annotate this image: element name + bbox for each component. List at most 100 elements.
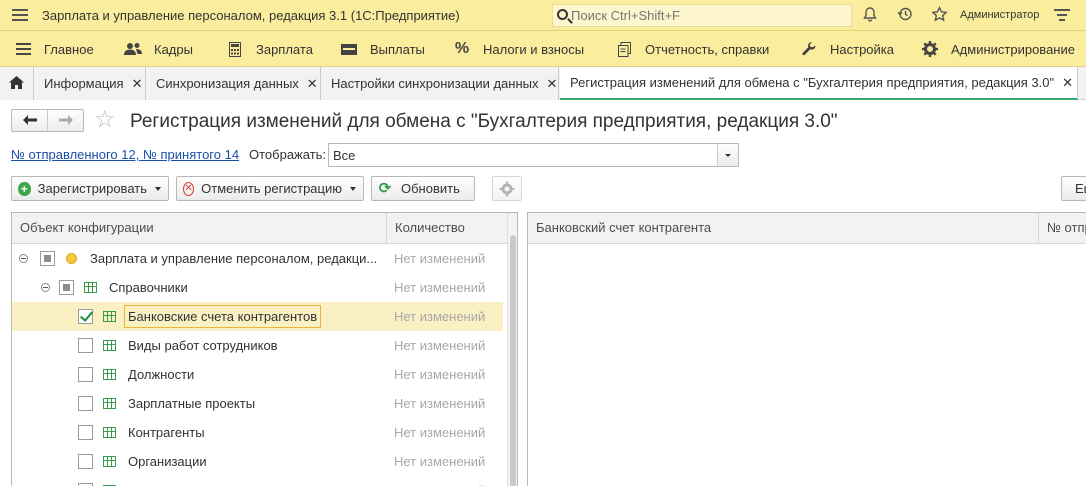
- section-payments[interactable]: Выплаты: [340, 31, 425, 67]
- bell-icon[interactable]: [860, 6, 880, 26]
- table-row[interactable]: Справочники Нет изменений: [12, 273, 503, 302]
- search-input[interactable]: [571, 7, 841, 24]
- tab-data-sync-settings[interactable]: Настройки синхронизации данных ✕: [321, 67, 559, 100]
- column-header-count[interactable]: Количество: [386, 213, 503, 243]
- catalog-icon: [84, 282, 97, 293]
- show-filter-select[interactable]: Все: [328, 143, 739, 167]
- tab-label: Настройки синхронизации данных: [331, 76, 539, 91]
- back-button[interactable]: [12, 110, 48, 131]
- message-numbers-link[interactable]: № отправленного 12, № принятого 14: [11, 147, 239, 162]
- refresh-icon: ⟳: [378, 179, 392, 197]
- section-label: Налоги и взносы: [483, 41, 585, 57]
- more-button[interactable]: Ещё: [1061, 176, 1086, 201]
- tab-information[interactable]: Информация ✕: [34, 67, 146, 100]
- search-box[interactable]: [552, 4, 852, 27]
- button-label: Ещё: [1075, 181, 1086, 196]
- tab-label: Регистрация изменений для обмена с "Бухг…: [570, 75, 1055, 90]
- row-checkbox[interactable]: [78, 367, 93, 382]
- tab-change-registration[interactable]: Регистрация изменений для обмена с "Бухг…: [560, 67, 1078, 100]
- row-object-name: Банковские счета контрагентов: [124, 305, 322, 328]
- row-checkbox[interactable]: [59, 280, 74, 295]
- settings-button[interactable]: [492, 176, 522, 201]
- table-row[interactable]: Банковские счета контрагентов Нет измене…: [12, 302, 503, 331]
- table-row[interactable]: Зарплатные проекты Нет изменений: [12, 389, 503, 418]
- row-checkbox[interactable]: [78, 309, 93, 324]
- forward-button[interactable]: [48, 110, 84, 131]
- table-row[interactable]: Нет изменений: [12, 476, 503, 486]
- row-count: Нет изменений: [394, 280, 486, 295]
- tab-data-sync[interactable]: Синхронизация данных ✕: [146, 67, 321, 100]
- history-icon[interactable]: [895, 6, 915, 26]
- add-to-favorites-star-icon[interactable]: ☆: [94, 106, 116, 134]
- row-checkbox[interactable]: [78, 454, 93, 469]
- cancel-registration-button[interactable]: ✕ Отменить регистрацию: [176, 176, 364, 201]
- table-row[interactable]: Контрагенты Нет изменений: [12, 418, 503, 447]
- row-count: Нет изменений: [394, 396, 486, 411]
- tab-label: Информация: [44, 76, 124, 91]
- section-reports[interactable]: Отчетность, справки: [615, 31, 769, 67]
- table-row[interactable]: Зарплата и управление персоналом, редакц…: [12, 244, 503, 273]
- configuration-objects-table: Объект конфигурации Количество Зарплата …: [11, 212, 518, 486]
- vertical-scrollbar[interactable]: [507, 213, 517, 486]
- row-checkbox[interactable]: [78, 396, 93, 411]
- scrollbar-thumb[interactable]: [510, 235, 516, 486]
- sections-panel: Главное Кадры Зарплата Выплаты % Налоги …: [0, 31, 1086, 67]
- catalog-icon: [103, 311, 116, 322]
- catalog-icon: [103, 456, 116, 467]
- people-icon: [124, 41, 142, 57]
- row-count: Нет изменений: [394, 425, 486, 440]
- section-label: Администрирование: [951, 41, 1075, 57]
- table-row[interactable]: Виды работ сотрудников Нет изменений: [12, 331, 503, 360]
- section-administration[interactable]: Администрирование: [921, 31, 1075, 67]
- dropdown-arrow-icon: [350, 186, 356, 191]
- row-object-name: Виды работ сотрудников: [128, 338, 278, 353]
- main-menu-icon[interactable]: [12, 9, 28, 21]
- dropdown-arrow-icon[interactable]: [717, 144, 738, 166]
- registered-changes-table: Банковский счет контрагента № отправленн…: [527, 212, 1086, 486]
- row-object-name: Зарплатные проекты: [128, 396, 256, 411]
- column-header-object[interactable]: Объект конфигурации: [12, 213, 386, 243]
- table-header: Объект конфигурации Количество: [12, 213, 517, 244]
- section-label: Главное: [44, 41, 94, 57]
- close-icon[interactable]: ✕: [547, 76, 558, 92]
- section-salary[interactable]: Зарплата: [226, 31, 313, 67]
- navigation-buttons: [11, 109, 84, 132]
- favorites-star-icon[interactable]: [929, 5, 949, 26]
- close-icon[interactable]: ✕: [1062, 75, 1073, 91]
- settings-menu-icon[interactable]: [1054, 9, 1070, 24]
- row-count: Нет изменений: [394, 476, 485, 486]
- row-object-name: Должности: [128, 367, 195, 382]
- row-checkbox[interactable]: [40, 251, 55, 266]
- row-checkbox[interactable]: [78, 338, 93, 353]
- column-header-bank-account[interactable]: Банковский счет контрагента: [528, 213, 1038, 243]
- close-icon[interactable]: ✕: [307, 76, 318, 92]
- show-filter-value: Все: [333, 148, 356, 163]
- section-label: Выплаты: [370, 41, 425, 57]
- table-row[interactable]: Организации Нет изменений: [12, 447, 503, 476]
- row-count: Нет изменений: [394, 454, 486, 469]
- home-icon: [9, 75, 24, 92]
- column-header-sent-number[interactable]: № отправленного: [1038, 213, 1086, 243]
- dropdown-arrow-icon: [155, 186, 161, 191]
- wrench-icon: [800, 41, 818, 57]
- row-count: Нет изменений: [394, 251, 486, 266]
- catalog-icon: [103, 398, 116, 409]
- user-name[interactable]: Администратор: [960, 9, 1039, 21]
- catalog-icon: [103, 340, 116, 351]
- refresh-button[interactable]: ⟳ Обновить: [371, 176, 475, 201]
- section-taxes[interactable]: % Налоги и взносы: [453, 31, 584, 67]
- register-button[interactable]: + Зарегистрировать: [11, 176, 169, 201]
- collapse-icon[interactable]: [41, 283, 50, 292]
- gear-icon: [499, 181, 515, 196]
- close-icon[interactable]: ✕: [132, 76, 143, 92]
- section-settings[interactable]: Настройка: [800, 31, 894, 67]
- plus-icon: +: [18, 181, 31, 196]
- section-hr[interactable]: Кадры: [124, 31, 193, 67]
- row-checkbox[interactable]: [78, 425, 93, 440]
- table-row[interactable]: Должности Нет изменений: [12, 360, 503, 389]
- section-main[interactable]: Главное: [14, 31, 94, 67]
- tab-home[interactable]: [0, 67, 34, 100]
- reports-icon: [615, 41, 633, 57]
- collapse-icon[interactable]: [19, 254, 28, 263]
- row-object-name: Справочники: [109, 280, 188, 295]
